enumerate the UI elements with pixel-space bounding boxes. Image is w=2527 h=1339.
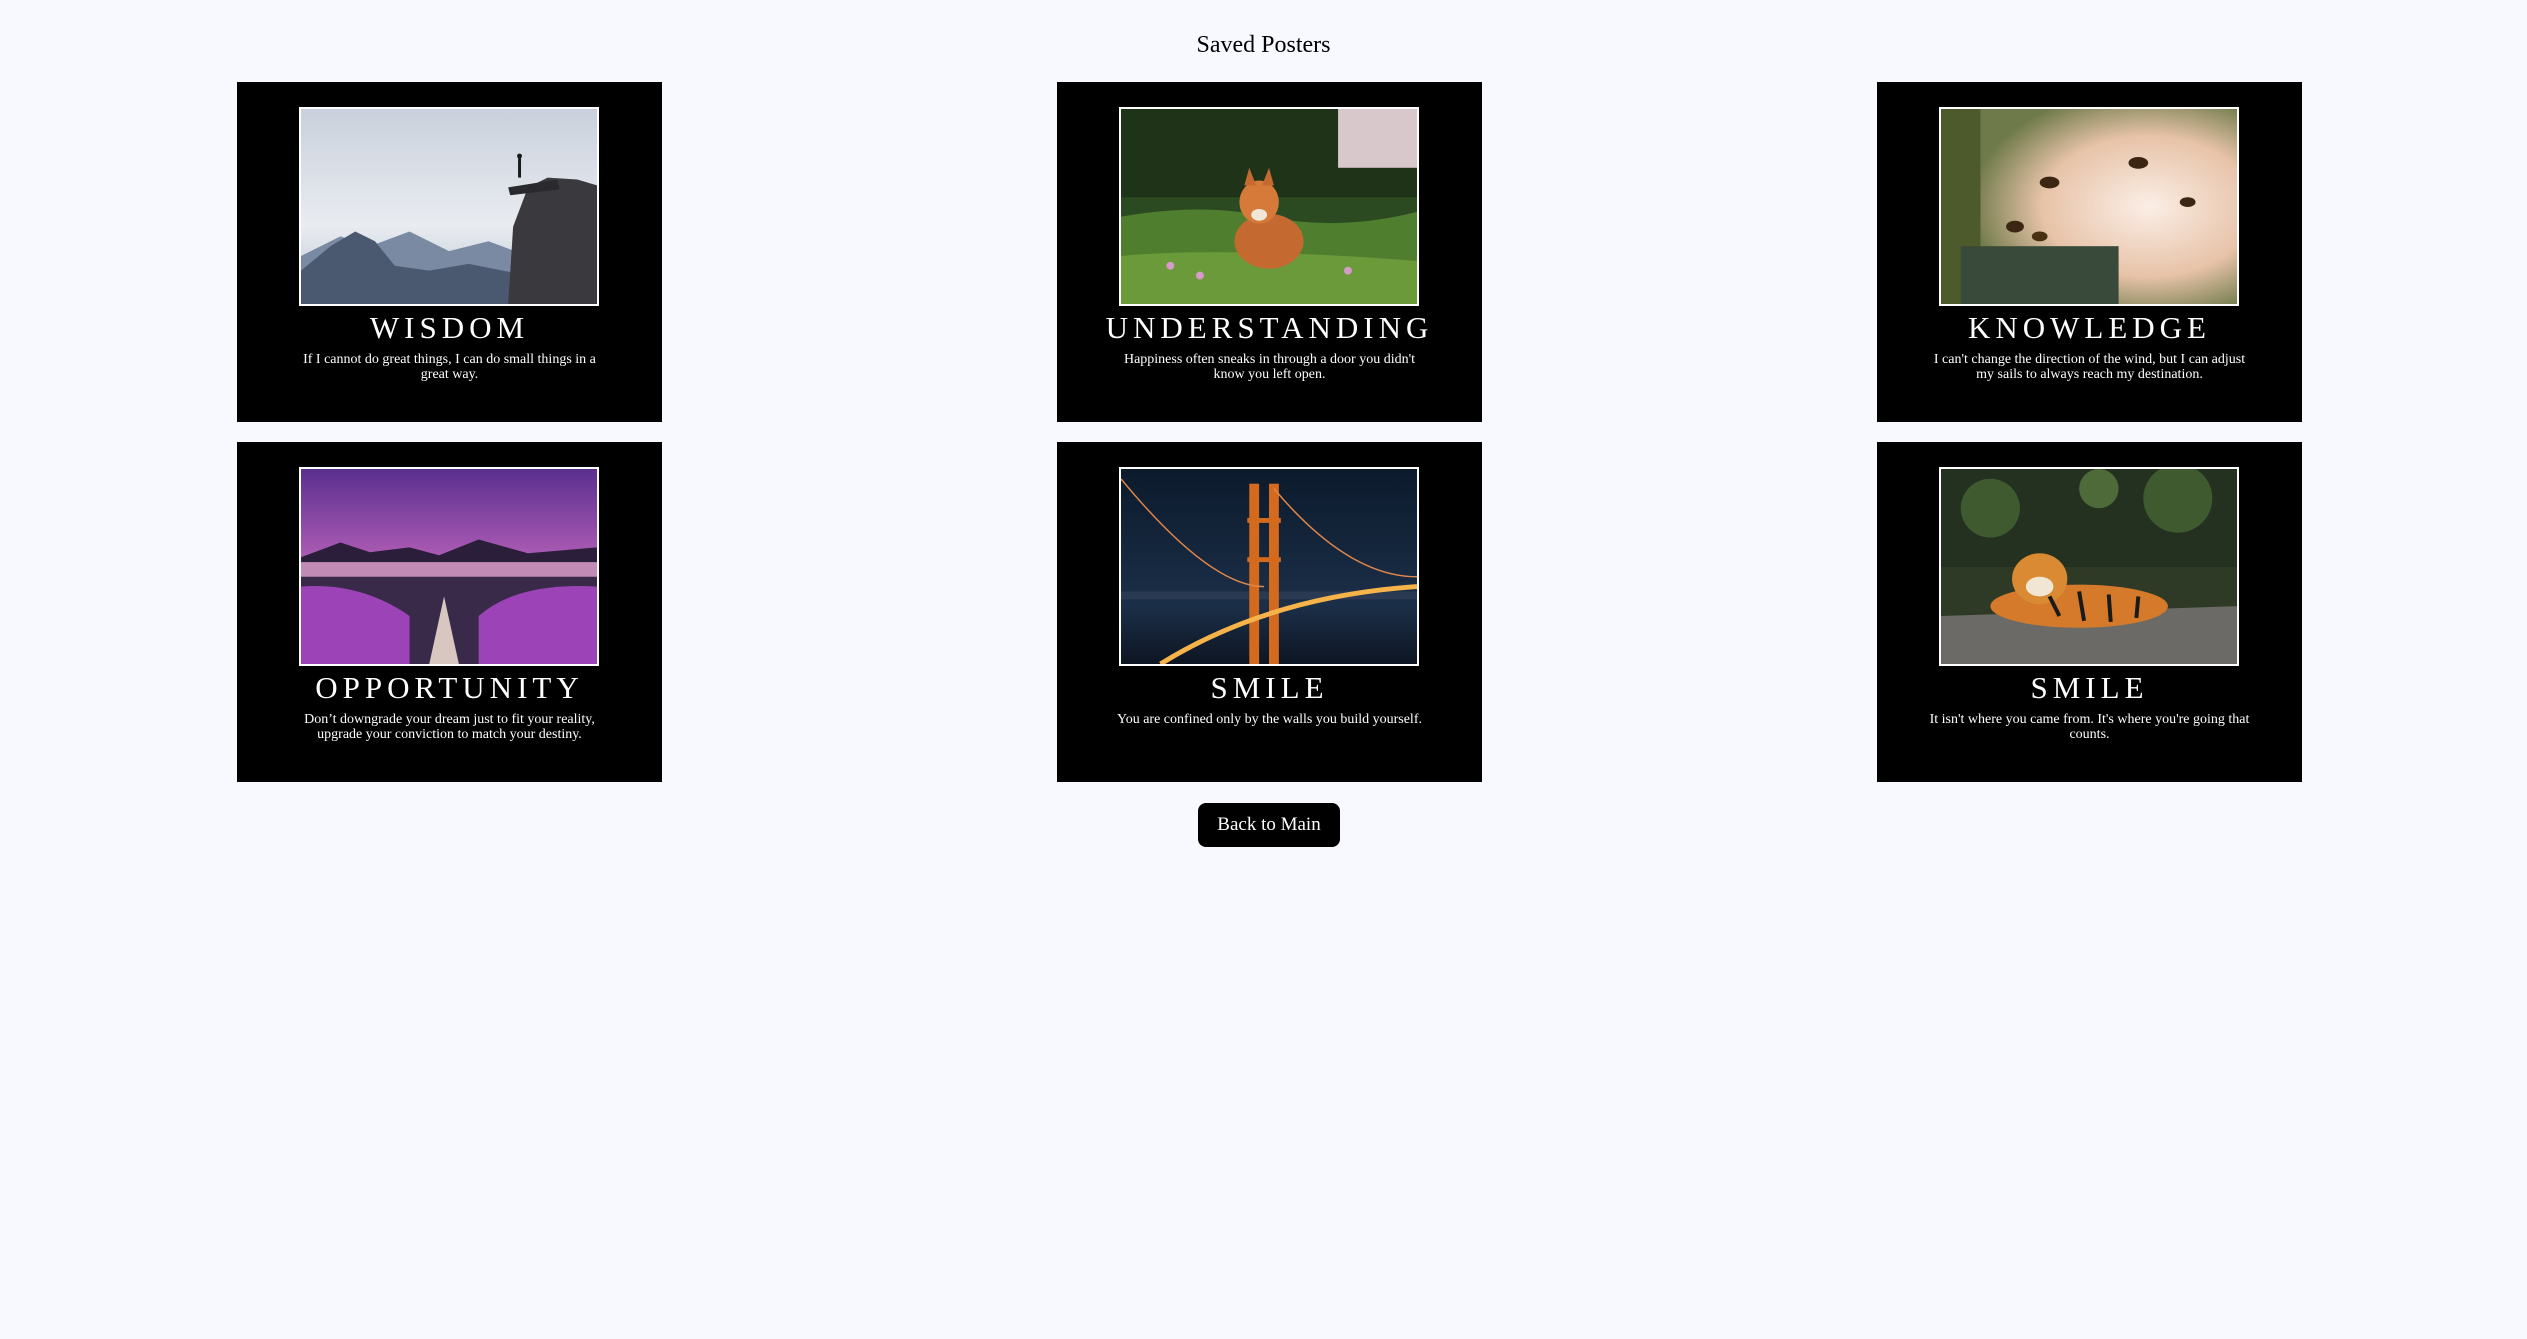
poster-title: KNOWLEDGE — [1967, 310, 2211, 345]
poster-quote: Don’t downgrade your dream just to fit y… — [304, 712, 595, 742]
poster-title: OPPORTUNITY — [315, 670, 584, 705]
poster-quote: I can't change the direction of the wind… — [1933, 352, 2246, 382]
posters-grid: WISDOM If I cannot do great things, I ca… — [237, 82, 2302, 782]
poster-title: SMILE — [2030, 670, 2149, 705]
poster-image — [299, 467, 599, 666]
poster-quote: It isn't where you came from. It's where… — [1929, 712, 2250, 742]
poster-image — [1119, 107, 1419, 306]
poster-card[interactable]: KNOWLEDGE I can't change the direction o… — [1877, 82, 2302, 422]
saved-posters-page: Saved Posters WISDOM If I cannot do grea… — [0, 0, 2527, 1339]
poster-quote: Happiness often sneaks in through a door… — [1123, 352, 1416, 382]
poster-card[interactable]: OPPORTUNITY Don’t downgrade your dream j… — [237, 442, 662, 782]
poster-title: SMILE — [1210, 670, 1329, 705]
poster-image — [1119, 467, 1419, 666]
poster-card[interactable]: WISDOM If I cannot do great things, I ca… — [237, 82, 662, 422]
poster-card[interactable]: SMILE You are confined only by the walls… — [1057, 442, 1482, 782]
page-title: Saved Posters — [1196, 32, 1331, 58]
poster-image — [1939, 467, 2239, 666]
poster-image — [1939, 107, 2239, 306]
back-to-main-button[interactable]: Back to Main — [1198, 803, 1340, 847]
poster-quote: If I cannot do great things, I can do sm… — [303, 352, 596, 382]
poster-title: UNDERSTANDING — [1105, 310, 1434, 345]
poster-card[interactable]: UNDERSTANDING Happiness often sneaks in … — [1057, 82, 1482, 422]
poster-image — [299, 107, 599, 306]
poster-quote: You are confined only by the walls you b… — [1117, 712, 1422, 727]
poster-title: WISDOM — [369, 310, 530, 345]
poster-card[interactable]: SMILE It isn't where you came from. It's… — [1877, 442, 2302, 782]
